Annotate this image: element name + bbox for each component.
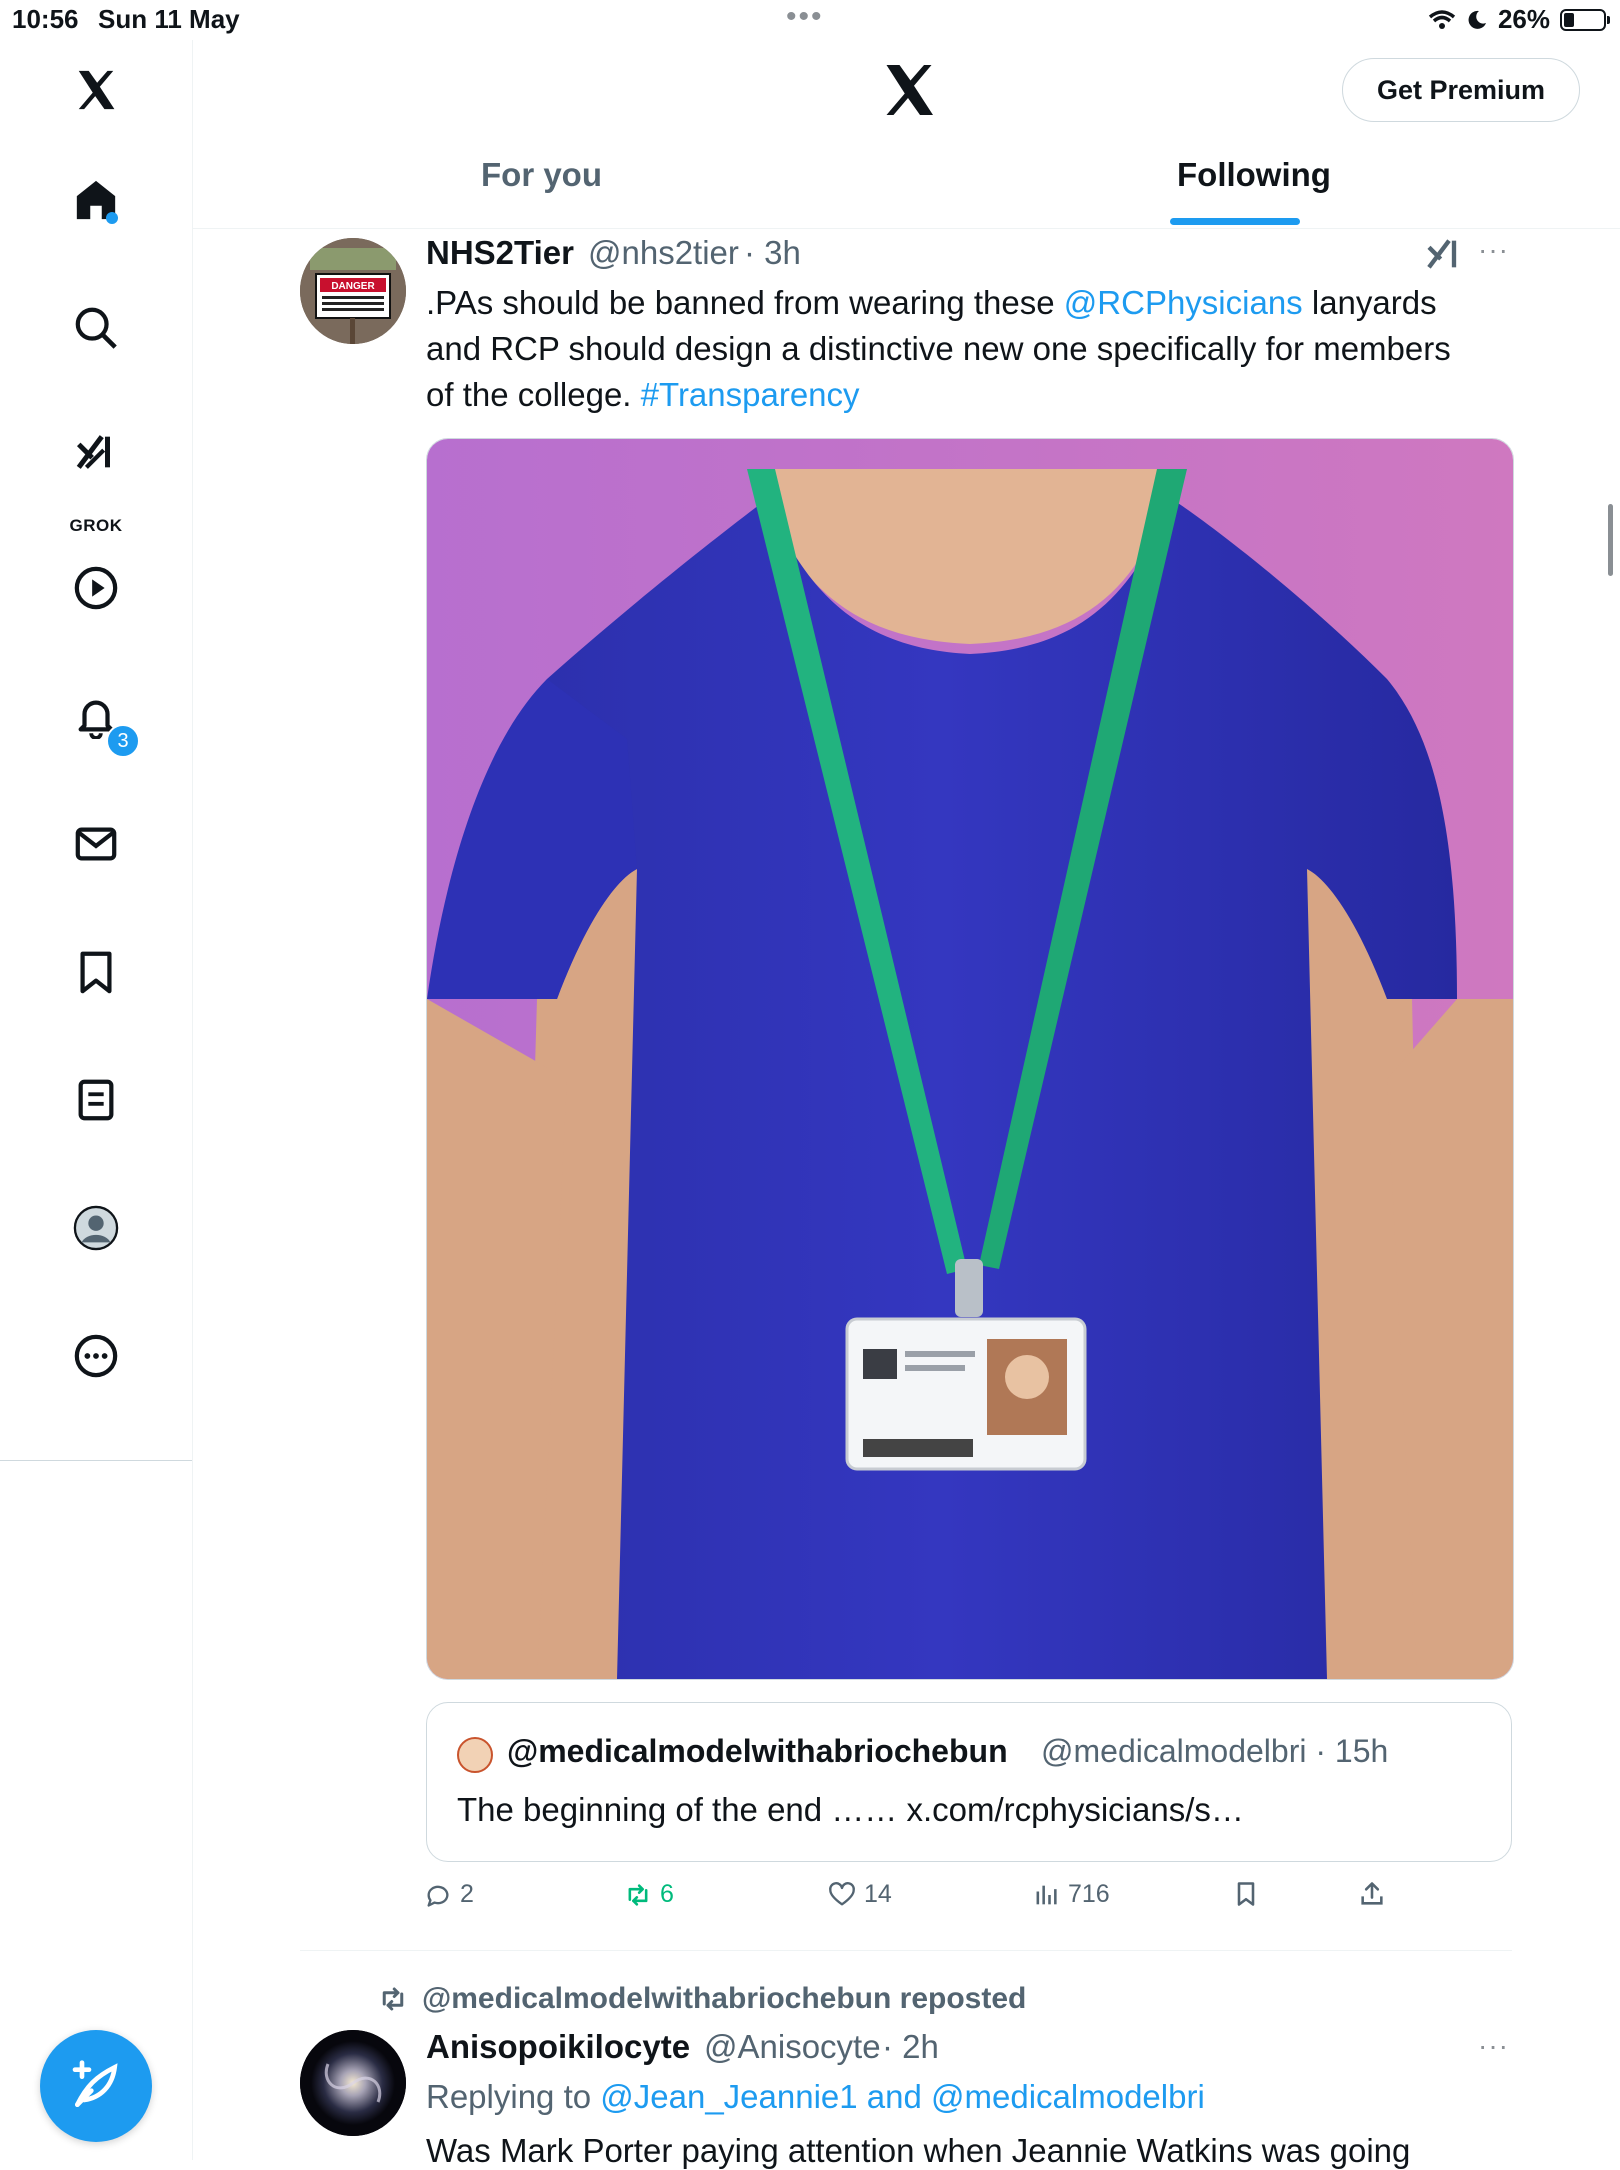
reply-icon xyxy=(427,1885,449,1907)
multitask-dots-icon[interactable]: ••• xyxy=(786,0,824,34)
tweet-text-line-2: and RCP should design a distinctive new … xyxy=(426,330,1451,367)
wifi-icon xyxy=(1428,9,1456,29)
tab-following[interactable]: Following xyxy=(1177,156,1331,194)
x-logo-icon[interactable] xyxy=(66,60,126,120)
repost-context-text: @medicalmodelwithabriochebun reposted xyxy=(422,1982,1027,2015)
notification-count-badge: 3 xyxy=(106,724,140,758)
tweet-author-handle[interactable]: @nhs2tier xyxy=(588,234,739,272)
quoted-author-avatar xyxy=(457,1737,493,1773)
replying-to-line: Replying to @Jean_Jeannie1 and @medicalm… xyxy=(426,2078,1205,2115)
quoted-author-name: @medicalmodelwithabriochebun xyxy=(507,1733,1008,1769)
status-bar: 10:56 Sun 11 May ••• 26% xyxy=(0,0,1620,40)
like-count: 14 xyxy=(864,1880,892,1908)
share-button[interactable] xyxy=(1358,1880,1386,1908)
grok-icon[interactable] xyxy=(66,422,126,482)
share-upload-icon xyxy=(1361,1882,1383,1905)
like-button[interactable]: 14 xyxy=(828,1880,892,1909)
views-button[interactable]: 716 xyxy=(1032,1880,1110,1909)
reply-button[interactable]: 2 xyxy=(424,1880,474,1909)
tweet2-author-name[interactable]: Anisopoikilocyte xyxy=(426,2028,690,2066)
scrollbar-thumb[interactable] xyxy=(1608,504,1613,576)
status-right: 26% xyxy=(1428,4,1610,35)
tweet-author-avatar[interactable]: DANGER xyxy=(300,238,406,344)
repost-button[interactable]: 6 xyxy=(624,1880,674,1909)
sidebar: GROK 3 xyxy=(0,40,193,2160)
search-icon[interactable] xyxy=(66,298,126,358)
tweet2-more-icon[interactable]: ··· xyxy=(1478,2030,1509,2062)
reply-count: 2 xyxy=(460,1880,474,1908)
x-logo-center-icon[interactable] xyxy=(879,60,939,120)
repost-count: 6 xyxy=(660,1880,674,1908)
avatar-sign-text: DANGER xyxy=(331,281,375,292)
replying-to-mentions[interactable]: @Jean_Jeannie1 and @medicalmodelbri xyxy=(600,2078,1205,2115)
tweet-action-bar: 2 6 14 716 xyxy=(424,1880,1424,1920)
sidebar-divider xyxy=(0,1460,192,1461)
video-icon[interactable] xyxy=(66,558,126,618)
heart-icon xyxy=(829,1881,855,1905)
quoted-author-handle: @medicalmodelbri · 15h xyxy=(1041,1733,1389,1769)
repost-icon xyxy=(628,1883,648,1906)
hashtag-link[interactable]: #Transparency xyxy=(641,376,860,413)
tweet-media-image[interactable] xyxy=(426,438,1514,1680)
lists-icon[interactable] xyxy=(66,1070,126,1130)
tweet2-author-avatar[interactable] xyxy=(300,2030,406,2136)
tab-for-you[interactable]: For you xyxy=(481,156,602,194)
battery-percent: 26% xyxy=(1497,4,1550,34)
more-options-icon[interactable] xyxy=(66,1326,126,1386)
status-time: 10:56 xyxy=(12,4,79,34)
tweet-divider xyxy=(300,1950,1512,1951)
quoted-tweet-card[interactable]: @medicalmodelwithabriochebun @medicalmod… xyxy=(426,1702,1512,1862)
status-date: Sun 11 May xyxy=(98,4,240,34)
repost-context[interactable]: @medicalmodelwithabriochebun reposted xyxy=(378,1982,1026,2016)
tweet-more-icon[interactable]: ··· xyxy=(1478,234,1509,266)
bookmarks-icon[interactable] xyxy=(66,942,126,1002)
grok-label: GROK xyxy=(69,516,123,535)
compose-feather-icon xyxy=(72,2060,118,2107)
grok-explain-icon[interactable] xyxy=(1424,234,1464,274)
moon-icon xyxy=(1468,10,1486,29)
tweet-text-line-3: of the college. #Transparency xyxy=(426,376,860,413)
bookmark-button[interactable] xyxy=(1232,1880,1260,1908)
home-unread-dot xyxy=(106,212,118,224)
tweet-author-name[interactable]: NHS2Tier xyxy=(426,234,574,272)
active-tab-indicator xyxy=(1170,218,1300,225)
get-premium-button[interactable]: Get Premium xyxy=(1341,58,1580,122)
mention-link[interactable]: @RCPhysicians xyxy=(1064,284,1303,321)
bookmark-icon xyxy=(1237,1882,1255,1906)
quoted-tweet-text: The beginning of the end …… x.com/rcphys… xyxy=(457,1791,1244,1828)
timeline-header: Get Premium For you Following xyxy=(193,40,1620,229)
tweet2-text: Was Mark Porter paying attention when Je… xyxy=(426,2132,1411,2169)
view-count: 716 xyxy=(1068,1880,1110,1908)
tweet2-author-handle[interactable]: @Anisocyte xyxy=(704,2028,881,2066)
tweet-text-line-1: .PAs should be banned from wearing these… xyxy=(426,284,1437,321)
messages-envelope-icon[interactable] xyxy=(66,814,126,874)
profile-avatar-icon[interactable] xyxy=(66,1198,126,1258)
tweet2-timestamp[interactable]: · 2h xyxy=(882,2028,939,2066)
battery-icon xyxy=(1560,8,1610,31)
compose-post-button[interactable] xyxy=(40,2030,152,2142)
tweet-timestamp[interactable]: · 3h xyxy=(744,234,801,272)
repost-context-icon xyxy=(382,1987,404,2011)
views-bar-chart-icon xyxy=(1036,1885,1057,1904)
